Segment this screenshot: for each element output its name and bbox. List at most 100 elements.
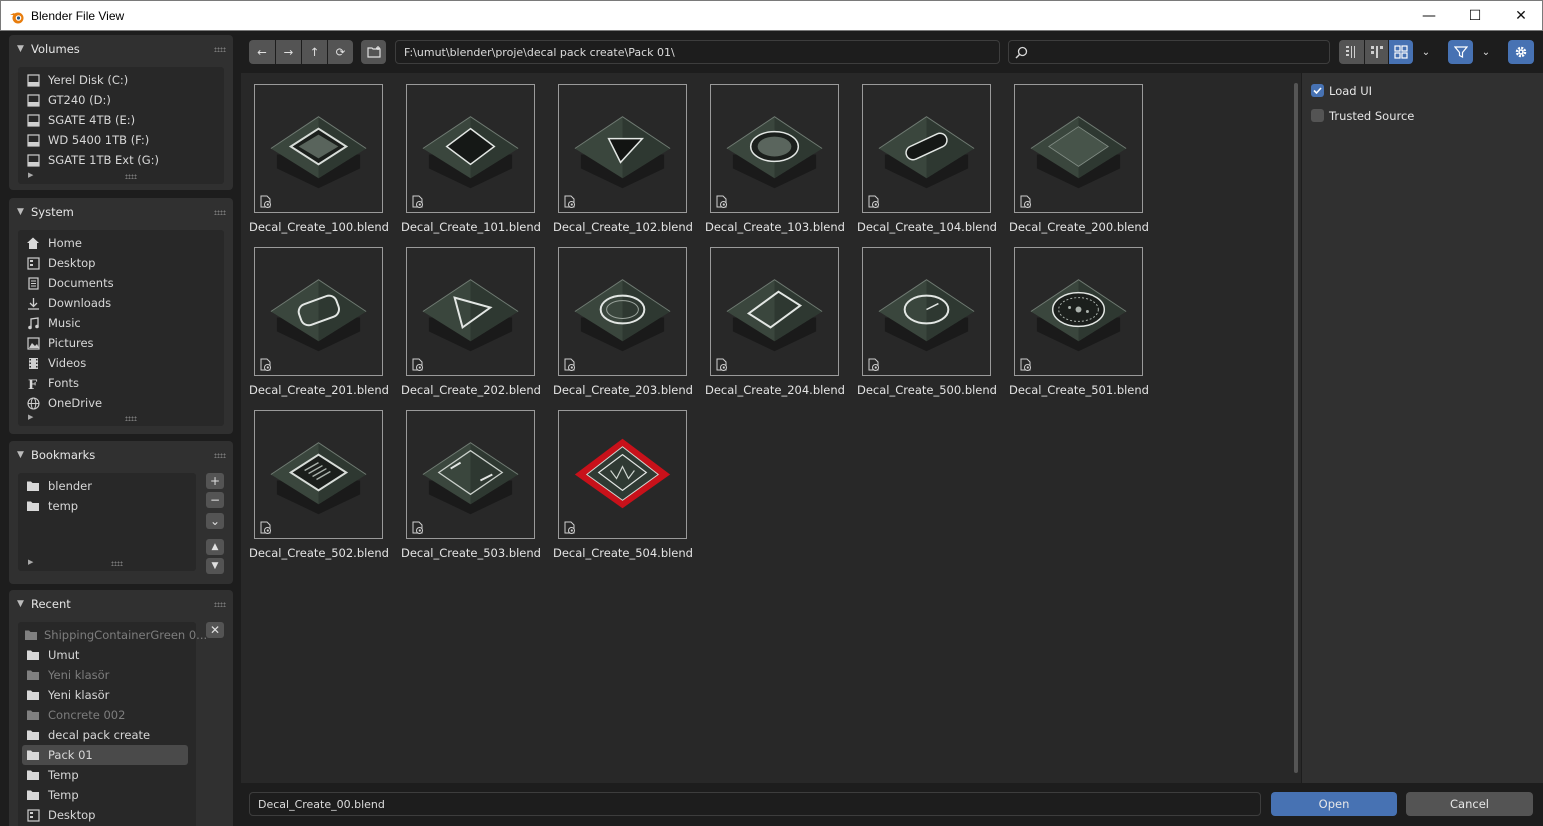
file-thumbnail[interactable] xyxy=(1014,247,1143,376)
cancel-button[interactable]: Cancel xyxy=(1406,792,1533,816)
volumes-header[interactable]: ▼ Volumes xyxy=(9,35,233,63)
thumbnail-view-button[interactable] xyxy=(1389,40,1413,64)
drag-grip-icon[interactable] xyxy=(214,47,226,52)
bookmark-menu-button[interactable]: ⌄ xyxy=(206,513,224,529)
filter-toggle-button[interactable] xyxy=(1448,40,1473,64)
file-thumbnail[interactable] xyxy=(862,247,991,376)
expand-triangle-icon[interactable]: ▶ xyxy=(28,413,33,421)
recent-item[interactable]: Yeni klasör xyxy=(22,685,188,705)
file-name-label[interactable]: Decal_Create_103.blend xyxy=(699,220,851,234)
file-thumbnail[interactable] xyxy=(254,410,383,539)
file-name-label[interactable]: Decal_Create_504.blend xyxy=(547,546,699,560)
recent-item[interactable]: ShippingContainerGreen 0... xyxy=(22,625,207,645)
file-thumbnail[interactable] xyxy=(254,84,383,213)
file-name-label[interactable]: Decal_Create_501.blend xyxy=(1003,383,1155,397)
open-button[interactable]: Open xyxy=(1271,792,1397,816)
system-item[interactable]: Home xyxy=(22,233,218,253)
move-bookmark-down-button[interactable]: ▼ xyxy=(206,558,224,574)
file-thumbnail[interactable] xyxy=(406,247,535,376)
system-item[interactable]: F Fonts xyxy=(22,373,218,393)
expand-triangle-icon[interactable]: ▶ xyxy=(28,558,33,566)
file-name-label[interactable]: Decal_Create_202.blend xyxy=(395,383,547,397)
bookmark-item[interactable]: blender xyxy=(22,476,188,496)
recent-header[interactable]: ▼ Recent xyxy=(9,590,233,618)
file-thumbnail[interactable] xyxy=(406,410,535,539)
file-thumbnail[interactable] xyxy=(862,84,991,213)
vertical-scrollbar[interactable] xyxy=(1294,83,1298,773)
recent-item[interactable]: Temp xyxy=(22,785,188,805)
recent-item[interactable]: decal pack create xyxy=(22,725,188,745)
file-name-label[interactable]: Decal_Create_200.blend xyxy=(1003,220,1155,234)
volume-item[interactable]: SGATE 1TB Ext (G:) xyxy=(22,150,218,170)
trusted-source-checkbox[interactable] xyxy=(1311,109,1324,122)
drag-grip-icon[interactable] xyxy=(214,210,226,215)
file-name-label[interactable]: Decal_Create_500.blend xyxy=(851,383,1003,397)
filter-dropdown[interactable]: ⌄ xyxy=(1474,40,1498,64)
recent-item[interactable]: Pack 01 xyxy=(22,745,188,765)
system-item[interactable]: Desktop xyxy=(22,253,218,273)
system-item[interactable]: OneDrive xyxy=(22,393,218,413)
recent-item[interactable]: Temp xyxy=(22,765,188,785)
system-item[interactable]: Documents xyxy=(22,273,218,293)
file-name-label[interactable]: Decal_Create_102.blend xyxy=(547,220,699,234)
file-thumbnail[interactable] xyxy=(558,247,687,376)
remove-bookmark-button[interactable]: − xyxy=(206,492,224,508)
file-name-label[interactable]: Decal_Create_204.blend xyxy=(699,383,851,397)
directory-path-field[interactable]: F:\umut\blender\proje\decal pack create\… xyxy=(395,40,1000,64)
recent-item[interactable]: Desktop xyxy=(22,805,188,825)
file-thumbnail[interactable] xyxy=(558,410,687,539)
maximize-icon: ☐ xyxy=(1468,8,1482,24)
file-thumbnail[interactable] xyxy=(710,84,839,213)
drag-grip-icon[interactable] xyxy=(214,453,226,458)
maximize-button[interactable]: ☐ xyxy=(1452,1,1498,31)
file-name-label[interactable]: Decal_Create_101.blend xyxy=(395,220,547,234)
resize-grip-icon[interactable] xyxy=(111,561,123,566)
vertical-list-view-button[interactable] xyxy=(1339,40,1364,64)
file-thumbnail[interactable] xyxy=(406,84,535,213)
file-thumbnail[interactable] xyxy=(1014,84,1143,213)
resize-grip-icon[interactable] xyxy=(125,416,137,421)
system-item[interactable]: Videos xyxy=(22,353,218,373)
resize-grip-icon[interactable] xyxy=(125,174,137,179)
clear-recent-button[interactable]: ✕ xyxy=(206,622,224,638)
forward-button[interactable]: → xyxy=(276,40,301,64)
settings-toggle-button[interactable] xyxy=(1508,40,1534,64)
expand-triangle-icon[interactable]: ▶ xyxy=(28,171,33,179)
display-settings-dropdown[interactable]: ⌄ xyxy=(1414,40,1438,64)
move-bookmark-up-button[interactable]: ▲ xyxy=(206,539,224,555)
volume-item[interactable]: WD 5400 1TB (F:) xyxy=(22,130,218,150)
recent-item[interactable]: Umut xyxy=(22,645,188,665)
file-name-label[interactable]: Decal_Create_104.blend xyxy=(851,220,1003,234)
recent-item[interactable]: Concrete 002 xyxy=(22,705,188,725)
file-name-label[interactable]: Decal_Create_201.blend xyxy=(243,383,395,397)
close-window-button[interactable]: ✕ xyxy=(1498,1,1543,31)
back-button[interactable]: ← xyxy=(249,40,275,64)
file-name-label[interactable]: Decal_Create_203.blend xyxy=(547,383,699,397)
system-item[interactable]: Downloads xyxy=(22,293,218,313)
file-name-label[interactable]: Decal_Create_503.blend xyxy=(395,546,547,560)
file-name-label[interactable]: Decal_Create_502.blend xyxy=(243,546,395,560)
recent-item[interactable]: Yeni klasör xyxy=(22,665,188,685)
system-item[interactable]: Music xyxy=(22,313,218,333)
file-thumbnail[interactable] xyxy=(710,247,839,376)
minimize-button[interactable]: — xyxy=(1406,1,1452,31)
volume-item[interactable]: SGATE 4TB (E:) xyxy=(22,110,218,130)
horizontal-list-view-button[interactable] xyxy=(1365,40,1388,64)
bookmark-item[interactable]: temp xyxy=(22,496,188,516)
file-thumbnail[interactable] xyxy=(254,247,383,376)
filename-input[interactable]: Decal_Create_00.blend xyxy=(249,792,1261,816)
file-name-label[interactable]: Decal_Create_100.blend xyxy=(243,220,395,234)
volume-item[interactable]: Yerel Disk (C:) xyxy=(22,70,218,90)
system-item[interactable]: Pictures xyxy=(22,333,218,353)
volume-item[interactable]: GT240 (D:) xyxy=(22,90,218,110)
bookmarks-header[interactable]: ▼ Bookmarks xyxy=(9,441,233,469)
add-bookmark-button[interactable]: + xyxy=(206,473,224,489)
system-header[interactable]: ▼ System xyxy=(9,198,233,226)
load-ui-checkbox[interactable] xyxy=(1311,84,1324,97)
drag-grip-icon[interactable] xyxy=(214,602,226,607)
new-folder-button[interactable] xyxy=(361,40,386,64)
parent-directory-button[interactable]: ↑ xyxy=(302,40,327,64)
refresh-button[interactable]: ⟳ xyxy=(328,40,353,64)
search-field[interactable] xyxy=(1008,40,1330,64)
file-thumbnail[interactable] xyxy=(558,84,687,213)
